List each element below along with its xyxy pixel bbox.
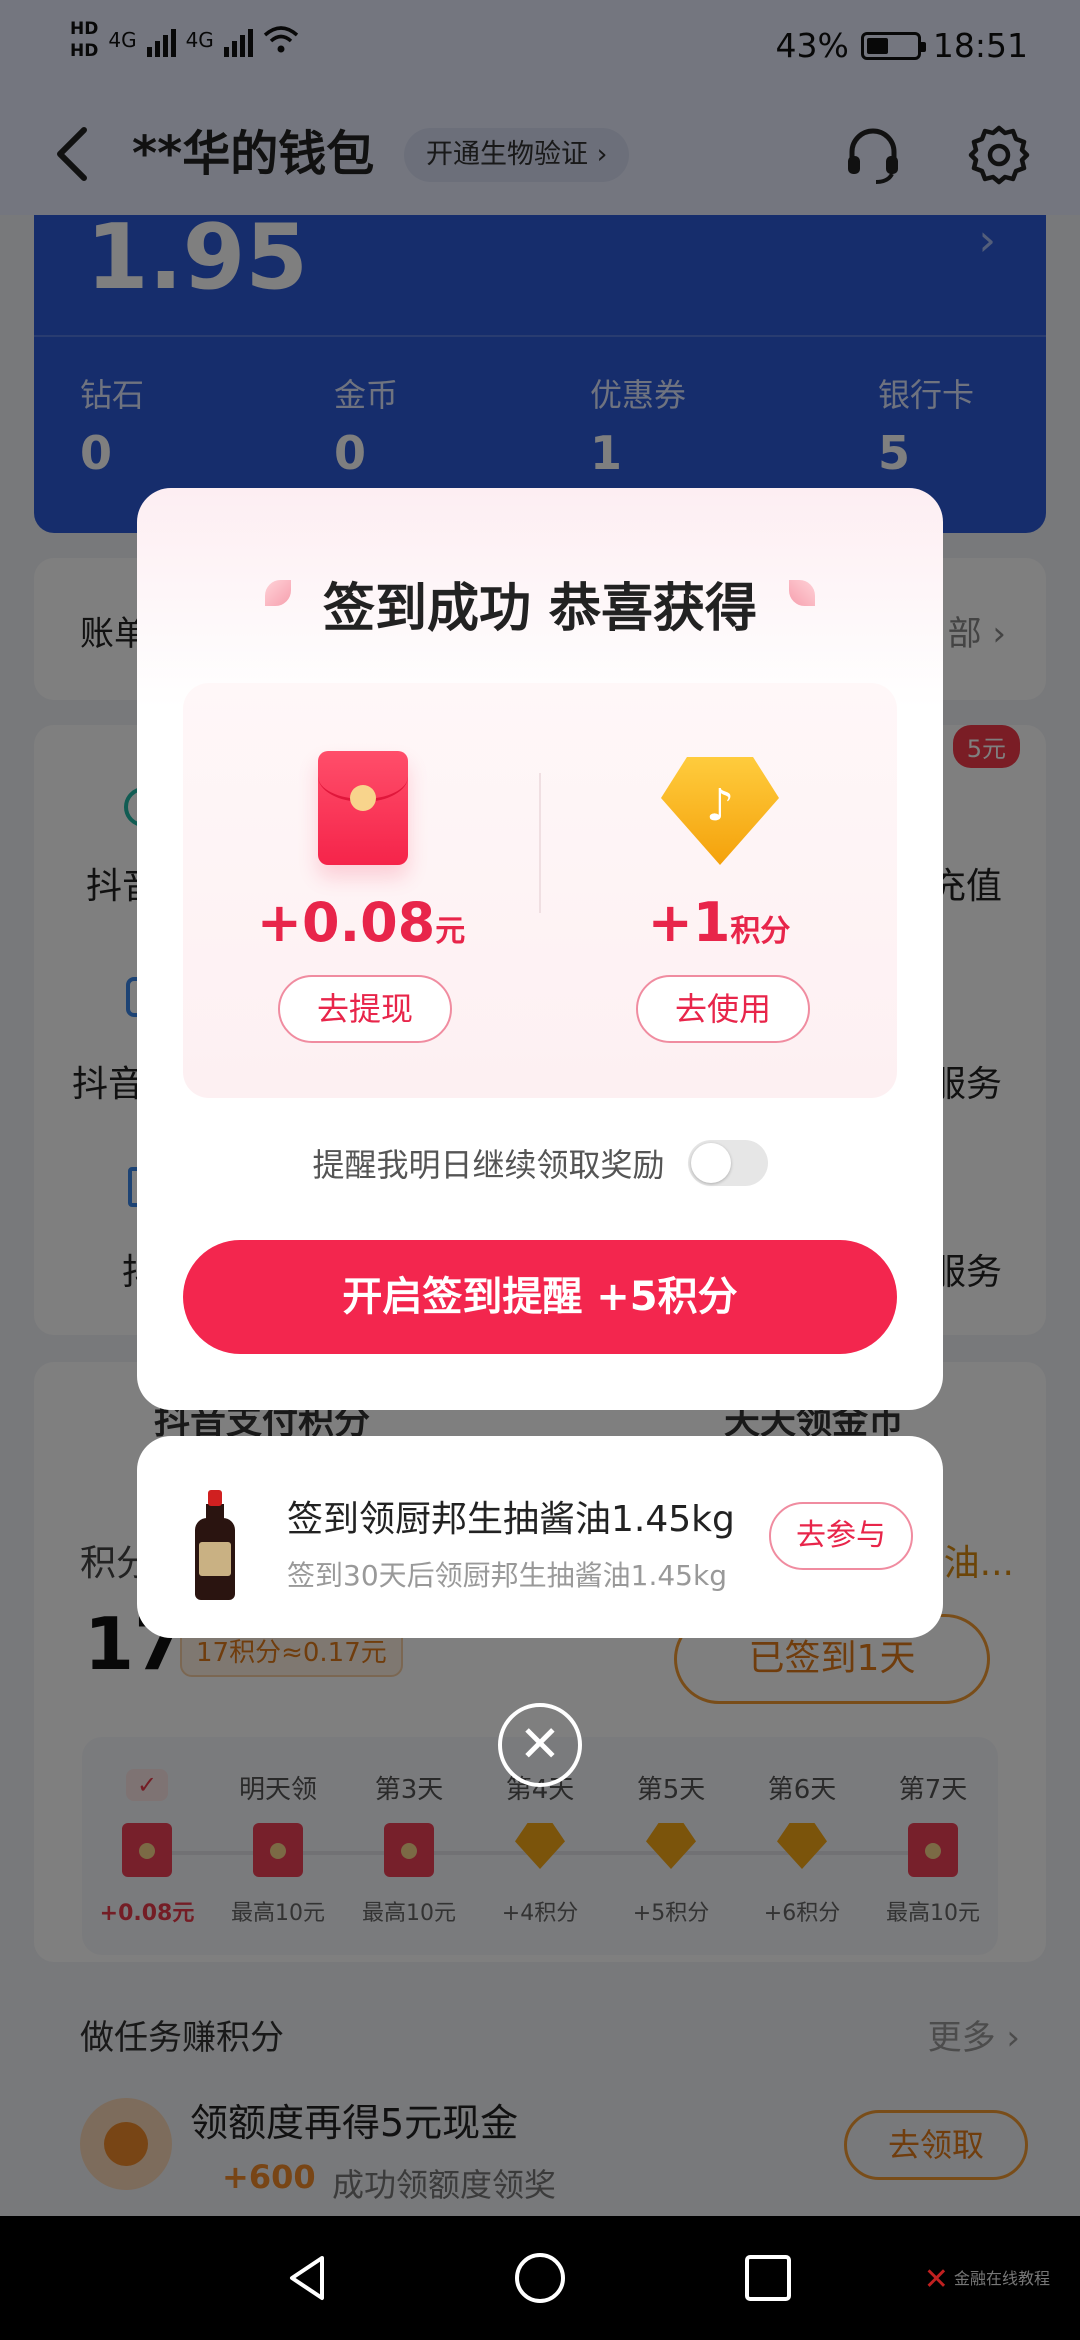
system-nav-bar: ✕ 金融在线教程 (0, 2216, 1080, 2340)
watermark-text: 金融在线教程 (953, 2269, 1050, 2288)
red-envelope-icon (318, 751, 408, 865)
promo-title: 签到领厨邦生抽酱油1.45kg (287, 1499, 735, 1540)
nav-back-button[interactable] (280, 2250, 336, 2306)
join-promo-button[interactable]: 去参与 (769, 1502, 913, 1570)
rewards-panel: +0.08元 去提现 ♪ +1积分 去使用 (183, 683, 897, 1098)
points-amount-unit: 积分 (730, 914, 791, 949)
dialog-title: 签到成功 恭喜获得 (322, 579, 758, 639)
cash-reward: +0.08元 去提现 (183, 683, 539, 1098)
nav-home-button[interactable] (512, 2250, 568, 2306)
points-amount: +1积分 (541, 891, 897, 954)
enable-reminder-button[interactable]: 开启签到提醒 +5积分 (183, 1240, 897, 1354)
watermark-logo-icon: ✕ (923, 2262, 949, 2297)
cash-amount-unit: 元 (435, 914, 466, 949)
music-note-icon: ♪ (705, 780, 735, 831)
use-points-button[interactable]: 去使用 (636, 975, 810, 1043)
points-amount-value: +1 (647, 891, 731, 954)
close-dialog-button[interactable]: ✕ (498, 1703, 582, 1787)
nav-recents-button[interactable] (740, 2250, 796, 2306)
reminder-label: 提醒我明日继续领取奖励 (312, 1146, 665, 1184)
points-reward: ♪ +1积分 去使用 (541, 683, 897, 1098)
watermark: ✕ 金融在线教程 (924, 2262, 1050, 2297)
cash-amount: +0.08元 (183, 891, 539, 954)
reminder-toggle[interactable] (687, 1140, 768, 1186)
soy-sauce-bottle-icon (195, 1490, 235, 1600)
triangle-back-icon (290, 2256, 324, 2300)
promo-card: 签到领厨邦生抽酱油1.45kg 签到30天后领厨邦生抽酱油1.45kg 去参与 (137, 1436, 943, 1638)
withdraw-button[interactable]: 去提现 (278, 975, 452, 1043)
square-recents-icon (745, 2255, 791, 2301)
cash-amount-value: +0.08 (256, 891, 436, 954)
promo-subtitle: 签到30天后领厨邦生抽酱油1.45kg (287, 1559, 727, 1592)
close-icon: ✕ (519, 1715, 561, 1773)
reminder-row: 提醒我明日继续领取奖励 (137, 1140, 943, 1186)
circle-home-icon (515, 2253, 565, 2303)
checkin-success-dialog: 签到成功 恭喜获得 +0.08元 去提现 ♪ +1积分 去使用 提醒我明日继续领… (137, 488, 943, 1410)
